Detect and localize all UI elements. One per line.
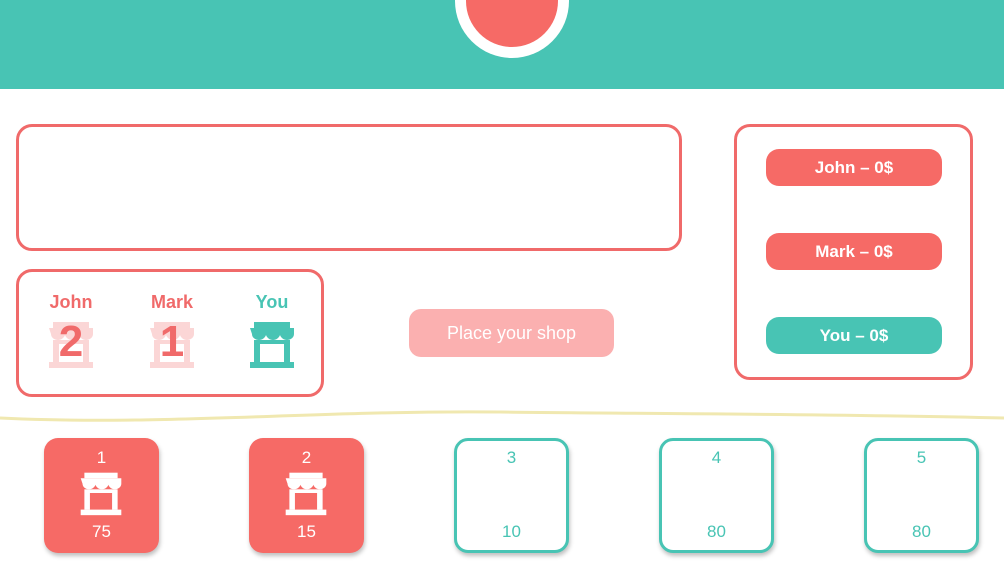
tile-number: 1 xyxy=(96,448,107,467)
shop-icon xyxy=(250,322,294,368)
player-mark: Mark 1 xyxy=(137,292,207,370)
player-shop-mark: 1 xyxy=(146,317,198,370)
score-you: You – 0$ xyxy=(766,317,942,354)
tile-price: 15 xyxy=(297,522,316,541)
player-name: John xyxy=(49,292,93,312)
tile-price: 75 xyxy=(92,522,111,541)
players-panel: John 2 Mark 1 You xyxy=(16,269,324,397)
turn-indicator xyxy=(455,0,569,58)
board-tile-2[interactable]: 2 15 xyxy=(249,438,364,553)
player-shop-count: 2 xyxy=(58,317,84,366)
board-tile-5[interactable]: 5 80 xyxy=(864,438,979,553)
player-you: You xyxy=(237,292,307,370)
player-name: You xyxy=(255,292,289,312)
score-mark: Mark – 0$ xyxy=(766,233,942,270)
shop-icon xyxy=(285,472,327,516)
turn-indicator-dot xyxy=(466,0,558,47)
player-shop-you xyxy=(246,318,298,370)
message-panel xyxy=(16,124,682,251)
player-john: John 2 xyxy=(36,292,106,370)
tile-number: 4 xyxy=(711,448,722,467)
shop-icon xyxy=(80,472,122,516)
score-john: John – 0$ xyxy=(766,149,942,186)
player-shop-count: 1 xyxy=(159,317,185,366)
scores-panel: John – 0$ Mark – 0$ You – 0$ xyxy=(734,124,973,380)
tile-price: 80 xyxy=(912,522,931,541)
board-tile-4[interactable]: 4 80 xyxy=(659,438,774,553)
player-shop-john: 2 xyxy=(45,317,97,370)
player-name: Mark xyxy=(150,292,194,312)
tile-number: 3 xyxy=(506,448,517,467)
board-divider xyxy=(0,410,1004,422)
board-tile-3[interactable]: 3 10 xyxy=(454,438,569,553)
board-tile-1[interactable]: 1 75 xyxy=(44,438,159,553)
tile-number: 5 xyxy=(916,448,927,467)
tile-number: 2 xyxy=(301,448,312,467)
tile-price: 10 xyxy=(502,522,521,541)
top-bar xyxy=(0,0,1004,89)
tile-price: 80 xyxy=(707,522,726,541)
place-shop-button[interactable]: Place your shop xyxy=(409,309,614,357)
